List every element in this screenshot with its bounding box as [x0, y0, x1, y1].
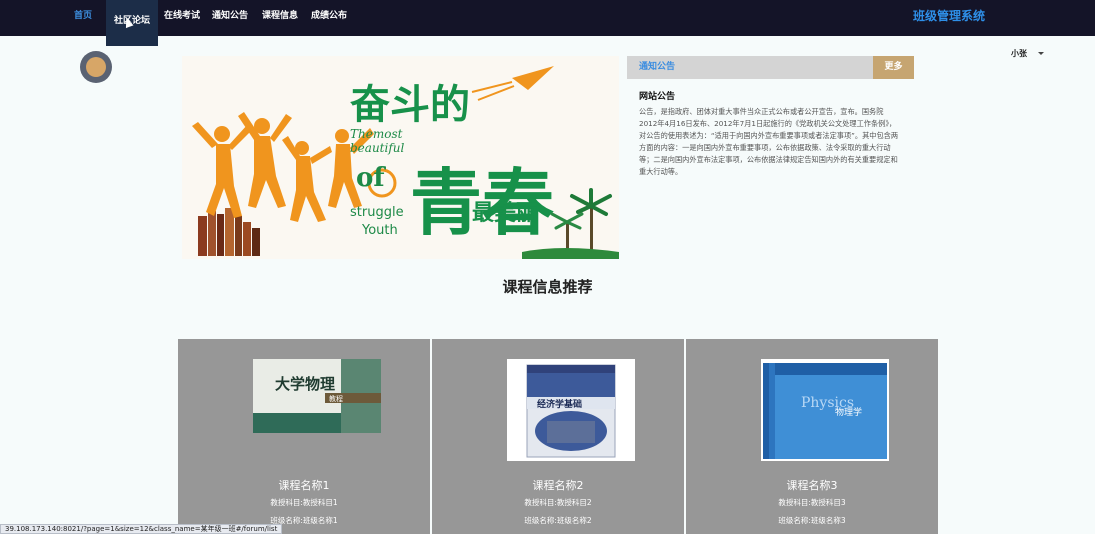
course-name-2[interactable]: 课程名称2 [432, 477, 684, 493]
avatar[interactable] [80, 51, 112, 83]
notice-heading[interactable]: 网站公告 [639, 89, 675, 102]
nav-item-score[interactable]: 成绩公布 [311, 0, 347, 36]
course-cover-image-2: 经济学基础 [507, 359, 635, 461]
banner-title-small: 最美丽 [472, 200, 538, 226]
banner-image: 奋斗的 Themost beautiful of struggle Youth … [192, 66, 619, 259]
plane-trail [471, 81, 515, 101]
nav-item-course[interactable]: 课程信息 [262, 0, 298, 36]
jumping-people-icon [192, 112, 374, 222]
course-class-3: 班级名称:班级名称3 [778, 516, 846, 525]
avatar-image [86, 57, 106, 77]
notice-body: 公告，是指政府、团体对重大事件当众正式公布或者公开宣告，宣布。国务院2012年4… [639, 107, 899, 176]
cover-3-title: 物理学 [835, 406, 862, 418]
nav-item-home[interactable]: 首页 [74, 0, 92, 36]
course-card-2[interactable]: 经济学基础 课程名称2 教授科目:教授科目2 班级名称:班级名称2 [432, 339, 684, 534]
course-cover-image-1: 大学物理 教程 [253, 359, 381, 433]
notice-header: 通知公告 [627, 56, 873, 79]
brand-title: 班级管理系统 [912, 9, 985, 23]
section-title: 课程信息推荐 [502, 278, 593, 296]
nav-item-exam[interactable]: 在线考试 [164, 0, 200, 36]
banner-title-top: 奋斗的 [350, 82, 470, 128]
banner-carousel[interactable]: 奋斗的 Themost beautiful of struggle Youth … [182, 56, 619, 259]
caret-down-icon[interactable] [1038, 52, 1044, 55]
course-name-3[interactable]: 课程名称3 [686, 477, 938, 493]
banner-en-2: beautiful [350, 141, 404, 155]
banner-en-5: Youth [361, 223, 398, 238]
cover-1-title: 大学物理 [275, 375, 335, 393]
course-card-3[interactable]: Physics 物理学 课程名称3 教授科目:教授科目3 班级名称:班级名称3 [686, 339, 938, 534]
status-url: 39.108.173.140:8021/?page=1&size=12&clas… [0, 524, 283, 534]
cover-1-sub: 教程 [329, 394, 343, 403]
course-cover-image-3: Physics 物理学 [761, 359, 889, 461]
course-class-2: 班级名称:班级名称2 [524, 516, 592, 525]
more-button[interactable]: 更多 [873, 56, 914, 79]
course-card-1[interactable]: 大学物理 教程 课程名称1 教授科目:教授科目1 班级名称:班级名称1 [178, 339, 430, 534]
paper-plane-icon [512, 66, 554, 90]
top-nav: 首页 社区论坛 在线考试 通知公告 课程信息 成绩公布 班级管理系统 [0, 0, 1095, 46]
course-name-1[interactable]: 课程名称1 [178, 477, 430, 493]
nav-item-notice[interactable]: 通知公告 [212, 0, 248, 36]
notice-header-title: 通知公告 [639, 62, 676, 72]
books-icon [198, 208, 260, 256]
cover-2-title: 经济学基础 [537, 398, 582, 410]
course-subject-1: 教授科目:教授科目1 [270, 498, 338, 507]
banner-en-1: Themost [350, 127, 403, 141]
banner-en-4: struggle [350, 205, 404, 220]
course-subject-3: 教授科目:教授科目3 [778, 498, 846, 507]
course-subject-2: 教授科目:教授科目2 [524, 498, 592, 507]
user-menu[interactable]: 小张 [1011, 48, 1027, 59]
banner-en-3: of [356, 163, 386, 193]
